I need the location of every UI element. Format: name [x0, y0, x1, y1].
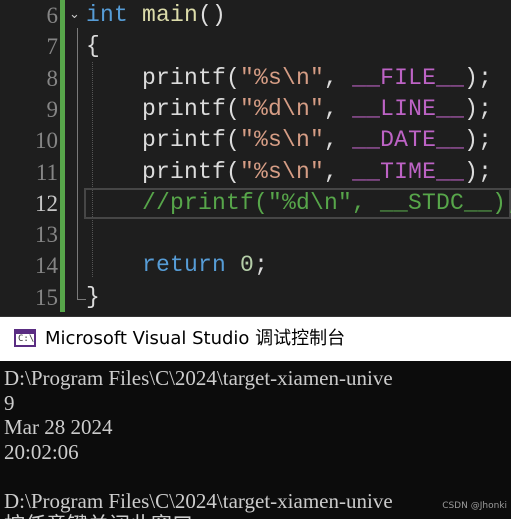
code-text[interactable]: return 0; — [86, 250, 268, 281]
code-token: __TIME__ — [352, 158, 465, 185]
line-number: 12 — [35, 190, 58, 216]
code-token: { — [86, 33, 101, 60]
code-text[interactable]: printf("%s\n", __TIME__); — [86, 157, 492, 188]
code-token: , — [324, 64, 353, 91]
code-text[interactable]: printf("%s\n", __DATE__); — [86, 125, 492, 156]
code-line[interactable]: 7{ — [0, 31, 511, 62]
code-text[interactable]: printf("%d\n", __LINE__); — [86, 94, 492, 125]
code-token: printf( — [86, 158, 241, 185]
code-line[interactable]: 8 printf("%s\n", __FILE__); — [0, 63, 511, 94]
console-output-line: 按任意键关闭此窗口... — [4, 513, 209, 519]
code-text[interactable]: { — [86, 31, 100, 62]
console-output-line: 20:02:06 — [4, 439, 79, 464]
code-token: printf( — [86, 127, 241, 154]
code-token: "%d\n" — [240, 95, 325, 122]
code-token: __DATE__ — [352, 127, 465, 154]
code-token: 0 — [240, 252, 255, 279]
code-token: "%s\n" — [240, 127, 325, 154]
code-token: return — [86, 252, 227, 279]
line-number: 15 — [35, 284, 58, 310]
code-token: ); — [464, 95, 493, 122]
code-line[interactable]: 14 return 0; — [0, 250, 511, 281]
code-token: ; — [254, 252, 269, 279]
code-line[interactable]: 11 printf("%s\n", __TIME__); — [0, 157, 511, 188]
code-text[interactable]: //printf("%d\n", __STDC__); — [86, 188, 511, 219]
code-token: ); — [464, 64, 493, 91]
code-line[interactable]: 15} — [0, 282, 511, 313]
code-token: main — [142, 2, 199, 28]
line-number: 6 — [46, 3, 59, 28]
console-output-line: Mar 28 2024 — [4, 415, 113, 439]
console-output-line: D:\Program Files\C\2024\target-xiamen-un… — [4, 488, 393, 513]
code-token: __LINE__ — [352, 95, 465, 122]
line-number: 7 — [46, 34, 59, 60]
code-line[interactable]: 13 — [0, 219, 511, 250]
console-output-line: D:\Program Files\C\2024\target-xiamen-un… — [4, 366, 393, 390]
code-line[interactable]: 9 printf("%d\n", __LINE__); — [0, 94, 511, 125]
code-line[interactable]: 6 int main() — [0, 0, 511, 31]
console-title: Microsoft Visual Studio 调试控制台 — [45, 328, 346, 349]
code-token: ); — [464, 158, 493, 185]
console-titlebar[interactable]: C:\ Microsoft Visual Studio 调试控制台 — [0, 317, 511, 361]
code-token: () — [198, 2, 227, 28]
line-number: 10 — [35, 128, 58, 154]
code-line[interactable]: 10 printf("%s\n", __DATE__); — [0, 125, 511, 156]
line-number: 11 — [35, 159, 58, 185]
code-editor[interactable]: ⌄ 6 int main() 7{8 printf("%s\n", __FILE__… — [0, 0, 511, 316]
code-line[interactable]: 12 //printf("%d\n", __STDC__); — [0, 188, 511, 219]
code-token: , — [324, 158, 353, 185]
debug-console-window[interactable]: C:\ Microsoft Visual Studio 调试控制台 D:\Pro… — [0, 316, 511, 519]
line-number: 8 — [46, 65, 59, 91]
code-token: printf( — [86, 95, 241, 122]
console-output-line: 9 — [4, 390, 15, 415]
code-text[interactable]: printf("%s\n", __FILE__); — [86, 63, 492, 94]
code-token: printf( — [86, 64, 241, 91]
code-token: , — [324, 95, 353, 122]
code-token: "%s\n" — [240, 158, 325, 185]
watermark: CSDN @Jhonki — [442, 501, 507, 511]
code-token: int — [86, 2, 129, 28]
code-token: //printf("%d\n", __STDC__); — [86, 189, 511, 216]
code-token: __FILE__ — [352, 64, 465, 91]
code-token: "%s\n" — [240, 64, 325, 91]
line-number: 13 — [35, 222, 58, 248]
code-text[interactable]: int main() — [86, 0, 226, 31]
code-token: } — [86, 283, 101, 310]
console-app-icon: C:\ — [14, 329, 36, 347]
line-number: 9 — [46, 96, 59, 122]
code-token: , — [324, 127, 353, 154]
code-text[interactable]: } — [86, 282, 100, 313]
code-token: ); — [464, 127, 493, 154]
line-number: 14 — [35, 253, 58, 279]
